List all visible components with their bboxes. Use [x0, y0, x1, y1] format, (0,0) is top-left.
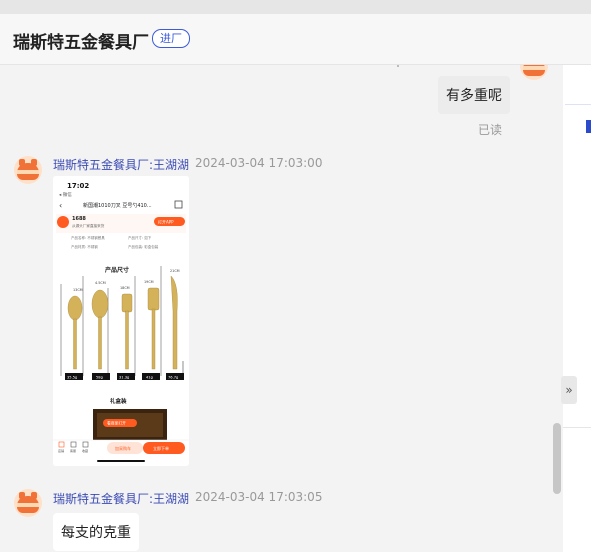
message-bubble-right: 有多重呢	[438, 76, 510, 114]
ss-size-2: 4.5CM	[95, 281, 106, 285]
seller-avatar-2[interactable]	[14, 489, 42, 517]
ss-spec-2b: 产品包装: 彩盒包装	[128, 244, 159, 249]
right-side-panel	[563, 65, 591, 552]
ss-float-label: 看商家打开	[107, 421, 126, 426]
ss-cart-label: 加采购车	[115, 445, 131, 451]
image-message[interactable]: 17:02 ◂ 微信 ‹ 新国潮1010刀叉 豆号勺410... 1688 从源…	[53, 176, 189, 466]
sender-name: 瑞斯特五金餐具厂:王湖湖	[53, 158, 190, 172]
ss-spoon-2	[91, 289, 109, 319]
message-timestamp-2: 2024-03-04 17:03:05	[195, 490, 323, 504]
my-avatar	[520, 65, 548, 80]
ss-weight-3: 31.3g	[119, 376, 129, 380]
ss-size-3: 18CM	[120, 286, 130, 290]
shop-name: 瑞斯特五金餐具厂	[13, 33, 149, 53]
seller-avatar[interactable]	[14, 156, 42, 184]
ss-1688-logo	[57, 216, 69, 228]
chat-scrollbar-thumb[interactable]	[553, 423, 561, 494]
window-top-strip	[0, 0, 591, 14]
product-screenshot: 17:02 ◂ 微信 ‹ 新国潮1010刀叉 豆号勺410... 1688 从源…	[53, 176, 189, 466]
ss-nav-2: 客服	[70, 448, 76, 453]
ss-weight-1: 35.5g	[67, 376, 77, 380]
ss-brand: 1688	[72, 216, 86, 222]
ss-gift-title: 礼盒装	[110, 397, 127, 405]
ss-nav-3: 收藏	[82, 448, 88, 453]
ss-home-indicator	[97, 460, 145, 462]
chat-message-list: 有多重呢 已读 瑞斯特五金餐具厂:王湖湖 2024-03-04 17:03:00…	[0, 65, 563, 552]
message-bubble-left: 每支的克重	[53, 513, 139, 551]
ss-size-1: 13CM	[73, 288, 83, 292]
ss-weight-4: 41g	[146, 376, 153, 380]
ss-open-app-label: 打开APP	[158, 219, 174, 225]
ss-back-icon: ‹	[59, 201, 62, 210]
ss-brand-sub: 从源头厂家直接采货	[72, 223, 105, 228]
ss-weight-5: 76.7g	[168, 376, 178, 380]
ss-buy-label: 立即下单	[153, 445, 169, 451]
expand-panel-icon[interactable]: »	[561, 376, 577, 404]
ss-weight-2: 58g	[96, 376, 103, 380]
ss-spec-2a: 产品材质: 不锈钢	[71, 244, 98, 249]
message-timestamp: 2024-03-04 17:03:00	[195, 156, 323, 170]
read-status: 已读	[478, 123, 503, 137]
sender-name-2: 瑞斯特五金餐具厂:王湖湖	[53, 492, 190, 506]
ss-status-sub: ◂ 微信	[59, 191, 72, 198]
ss-size-5: 21CM	[170, 269, 180, 273]
ss-spec-1b: 产品尺寸: 如下	[128, 235, 152, 240]
ss-status-time: 17:02	[67, 182, 89, 190]
ss-spoon-1	[67, 295, 83, 321]
ss-size-title: 产品尺寸	[105, 266, 129, 274]
scroll-marker-dot	[397, 65, 399, 67]
chat-header: 瑞斯特五金餐具厂 进厂	[0, 14, 591, 65]
enter-factory-button[interactable]: 进厂	[152, 29, 190, 48]
ss-spec-1a: 产品名称: 不锈钢餐具	[71, 235, 105, 240]
ss-nav-1: 店铺	[58, 448, 64, 453]
ss-fork-2	[147, 287, 160, 311]
panel-tab-indicator	[586, 120, 591, 133]
ss-fork-1	[121, 293, 133, 313]
ss-title: 新国潮1010刀叉 豆号勺410...	[83, 202, 152, 209]
ss-size-4: 19CM	[144, 280, 154, 284]
